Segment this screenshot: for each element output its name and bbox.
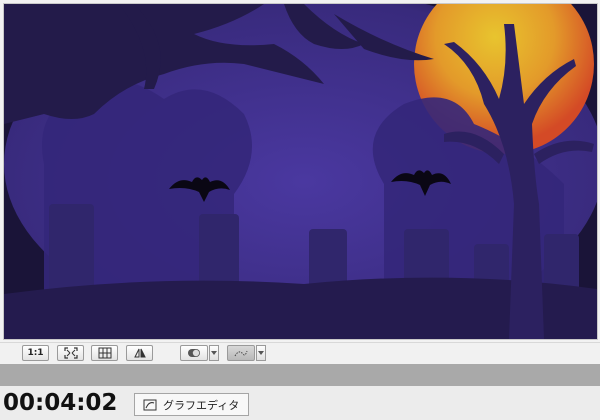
chevron-down-icon — [258, 351, 264, 355]
ground — [4, 277, 597, 339]
chevron-down-icon — [211, 351, 217, 355]
graph-editor-label: グラフエディタ — [163, 398, 240, 412]
motion-path-dropdown[interactable] — [256, 345, 266, 361]
fit-window-button[interactable] — [57, 345, 84, 361]
motion-path-icon — [234, 350, 248, 357]
scene-preview[interactable] — [3, 3, 598, 340]
flip-icon — [133, 348, 146, 358]
timecode-display: 00:04:02 — [3, 390, 118, 416]
grid-button[interactable] — [91, 345, 118, 361]
fit-window-icon — [63, 347, 78, 359]
toggle-icon — [188, 349, 200, 357]
status-bar: 00:04:02 グラフエディタ — [0, 386, 600, 420]
graph-editor-button[interactable]: グラフエディタ — [134, 393, 249, 416]
flip-button[interactable] — [126, 345, 153, 361]
preview-toolbar: 1:1 — [0, 342, 600, 365]
toggle-dropdown[interactable] — [209, 345, 219, 361]
timeline-strip[interactable] — [0, 364, 600, 386]
graph-editor-icon — [143, 399, 157, 410]
actual-size-label: 1:1 — [27, 348, 44, 358]
grid-icon — [98, 347, 111, 359]
motion-path-button[interactable] — [227, 345, 255, 361]
actual-size-button[interactable]: 1:1 — [22, 345, 49, 361]
halloween-scene — [4, 4, 597, 339]
toggle-display-button[interactable] — [180, 345, 208, 361]
canvas-area — [0, 0, 600, 342]
